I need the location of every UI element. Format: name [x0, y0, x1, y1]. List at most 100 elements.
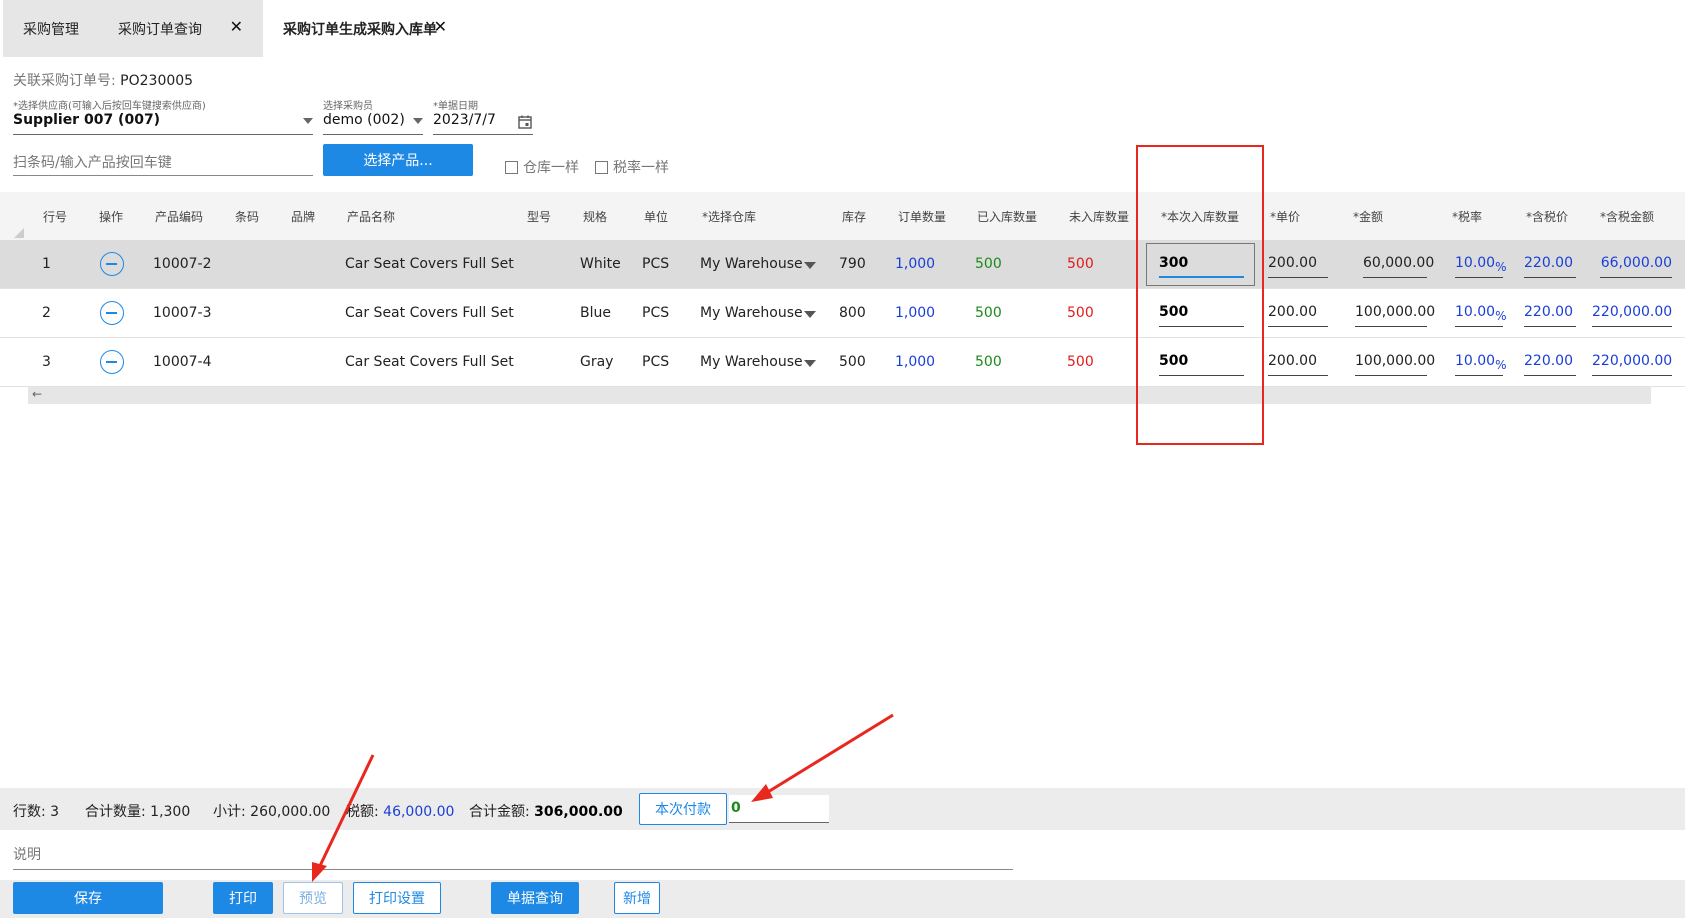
column-header[interactable]: 型号 [527, 208, 551, 225]
tax-amount-input[interactable]: 66,000.00 [1600, 250, 1672, 278]
column-header[interactable]: 已入库数量 [977, 208, 1037, 225]
tax-rate-input[interactable]: 10.00% [1455, 299, 1507, 327]
barcode-input[interactable] [13, 150, 313, 176]
print-settings-button[interactable]: 打印设置 [353, 882, 441, 914]
column-header[interactable]: 条码 [235, 208, 259, 225]
same-warehouse-checkbox[interactable]: 仓库一样 [505, 157, 579, 177]
tab-label: 采购订单生成采购入库单 [283, 21, 437, 38]
warehouse-select[interactable]: My Warehouse [700, 256, 803, 272]
unit-price-input[interactable]: 200.00 [1268, 299, 1328, 327]
supplier-select[interactable] [13, 134, 313, 135]
column-header[interactable]: 品牌 [291, 208, 315, 225]
row-count-label: 行数: [13, 804, 51, 820]
grand-total-value: 306,000.00 [534, 804, 623, 820]
tax-price-input[interactable]: 220.00 [1524, 348, 1576, 376]
order-qty: 1,000 [895, 256, 936, 272]
column-header[interactable]: *金额 [1353, 208, 1383, 225]
unit-price-input[interactable]: 200.00 [1268, 250, 1328, 278]
column-header[interactable]: 规格 [583, 208, 607, 225]
warehouse-select[interactable]: My Warehouse [700, 305, 803, 321]
table-row[interactable]: 1 10007-2 Car Seat Covers Full Set White… [0, 240, 1685, 289]
save-button[interactable]: 保存 [13, 882, 163, 914]
tax-rate-input[interactable]: 10.00% [1455, 250, 1507, 278]
grand-total-label: 合计金额: [469, 804, 535, 820]
remark-input[interactable]: 说明 [13, 844, 1013, 870]
tax-amount-input[interactable]: 220,000.00 [1592, 348, 1672, 376]
column-header[interactable]: 库存 [842, 208, 866, 225]
received-qty: 500 [975, 305, 1002, 321]
column-header[interactable]: 单位 [644, 208, 668, 225]
tax-amount-input[interactable]: 220,000.00 [1592, 299, 1672, 327]
column-header[interactable]: 未入库数量 [1069, 208, 1129, 225]
receive-qty-input[interactable]: 500 [1159, 299, 1244, 327]
supplier-value: Supplier 007 (007) [13, 112, 161, 128]
chevron-down-icon[interactable] [303, 118, 313, 124]
chevron-down-icon[interactable] [804, 311, 816, 318]
same-tax-checkbox[interactable]: 税率一样 [595, 157, 669, 177]
receive-qty-input[interactable]: 300 [1159, 250, 1244, 278]
arrow-left-icon[interactable]: ← [32, 387, 42, 401]
tab-purchase-order-query[interactable]: 采购订单查询 ✕ [98, 0, 263, 57]
remove-row-icon[interactable] [100, 301, 124, 325]
stock-qty: 790 [839, 256, 866, 272]
column-header[interactable]: 产品编码 [155, 208, 203, 225]
select-product-button[interactable]: 选择产品... [323, 144, 473, 176]
date-field[interactable] [433, 134, 533, 135]
received-qty: 500 [975, 354, 1002, 370]
checkbox-box[interactable] [595, 160, 608, 174]
column-header[interactable]: 操作 [99, 208, 123, 225]
print-button[interactable]: 打印 [213, 882, 273, 914]
column-header[interactable]: *税率 [1452, 208, 1482, 225]
grid-header: 行号 操作 产品编码 条码 品牌 产品名称 型号 规格 单位 *选择仓库 库存 … [0, 192, 1685, 240]
column-header[interactable]: *含税价 [1526, 208, 1568, 225]
resize-corner-icon [14, 228, 24, 238]
tab-generate-receipt[interactable]: 采购订单生成采购入库单 ✕ [263, 0, 493, 57]
product-unit: PCS [642, 256, 670, 272]
tab-purchase-management[interactable]: 采购管理 [3, 0, 98, 57]
subtotal-label: 小计: [213, 804, 251, 820]
chevron-down-icon[interactable] [804, 360, 816, 367]
remove-row-icon[interactable] [100, 350, 124, 374]
remove-row-icon[interactable] [100, 252, 124, 276]
supplier-label: *选择供应商(可输入后按回车键搜索供应商) [13, 101, 206, 112]
date-label: *单据日期 [433, 101, 478, 112]
unit-price-input[interactable]: 200.00 [1268, 348, 1328, 376]
horizontal-scrollbar[interactable]: ← [28, 387, 1651, 404]
annotation-arrow-payment [762, 713, 894, 797]
close-icon[interactable]: ✕ [230, 17, 243, 36]
tax-rate-input[interactable]: 10.00% [1455, 348, 1507, 376]
column-header[interactable]: *含税金额 [1600, 208, 1654, 225]
column-header[interactable]: 行号 [43, 208, 67, 225]
warehouse-select[interactable]: My Warehouse [700, 354, 803, 370]
receive-qty-input[interactable]: 500 [1159, 348, 1244, 376]
buyer-value: demo (002) [323, 112, 405, 128]
tax-total-value: 46,000.00 [383, 804, 455, 820]
buyer-select[interactable] [323, 134, 423, 135]
column-header[interactable]: *单价 [1270, 208, 1300, 225]
order-qty: 1,000 [895, 354, 936, 370]
stock-qty: 800 [839, 305, 866, 321]
table-row[interactable]: 2 10007-3 Car Seat Covers Full Set Blue … [0, 289, 1685, 338]
table-row[interactable]: 3 10007-4 Car Seat Covers Full Set Gray … [0, 338, 1685, 387]
current-payment-button[interactable]: 本次付款 [639, 793, 727, 825]
checkbox-box[interactable] [505, 160, 518, 174]
column-header[interactable]: *本次入库数量 [1161, 208, 1239, 225]
amount-input[interactable]: 60,000.00 [1363, 250, 1434, 278]
close-icon[interactable]: ✕ [434, 17, 447, 36]
column-header[interactable]: 订单数量 [898, 208, 946, 225]
column-header[interactable]: *选择仓库 [702, 208, 756, 225]
tax-price-input[interactable]: 220.00 [1524, 299, 1576, 327]
same-tax-label: 税率一样 [613, 160, 669, 176]
tax-price-input[interactable]: 220.00 [1524, 250, 1576, 278]
document-query-button[interactable]: 单据查询 [491, 882, 579, 914]
column-header[interactable]: 产品名称 [347, 208, 395, 225]
row-number: 1 [42, 256, 51, 272]
chevron-down-icon[interactable] [804, 262, 816, 269]
payment-amount-input[interactable]: 0 [729, 795, 829, 823]
amount-input[interactable]: 100,000.00 [1355, 299, 1435, 327]
chevron-down-icon[interactable] [413, 118, 423, 124]
preview-button[interactable]: 预览 [283, 882, 343, 914]
calendar-icon[interactable] [518, 115, 532, 129]
amount-input[interactable]: 100,000.00 [1355, 348, 1435, 376]
new-button[interactable]: 新增 [614, 882, 660, 914]
